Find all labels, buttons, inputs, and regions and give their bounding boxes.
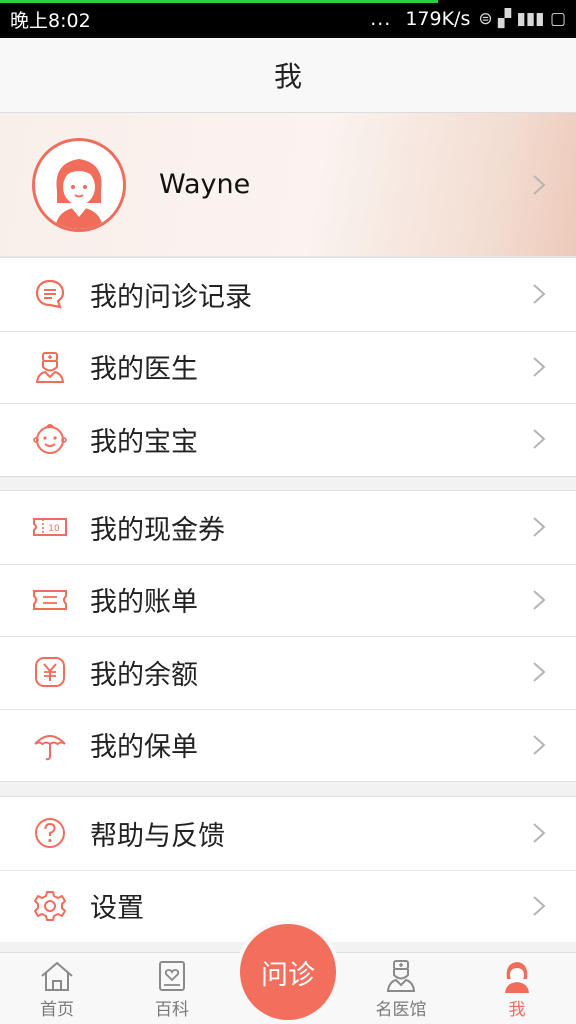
consult-button-label: 问诊 [261,959,315,991]
help-icon [32,815,68,851]
menu-item-label: 设置 [90,893,144,925]
voucher-icon: 10 [32,509,68,545]
chevron-right-icon [533,174,546,195]
doctor-tab-icon [382,959,420,993]
menu-item-label: 帮助与反馈 [90,820,225,852]
chevron-right-icon [533,357,546,377]
menu-item-vouchers[interactable]: 10 我的现金券 [0,491,576,564]
home-icon [38,959,76,993]
svg-text:10: 10 [48,524,60,534]
navigation-bar: 我 [0,38,576,113]
tab-home[interactable]: 首页 [2,953,112,1024]
baby-face-icon [32,421,68,457]
status-bar: 晚上8:02 ... 179K/s ⊜ ▞ ▮▮▮ ▢ [0,0,576,38]
menu-item-balance[interactable]: 我的余额 [0,636,576,709]
menu-item-label: 我的现金券 [90,514,225,546]
network-speed: 179K/s [405,8,471,30]
bill-icon [32,582,68,618]
tab-wiki[interactable]: 百科 [117,953,227,1024]
menu-item-policies[interactable]: 我的保单 [0,708,576,782]
chevron-right-icon [533,284,546,304]
girl-avatar-icon [35,140,123,229]
loading-progress [0,0,438,3]
page-title: 我 [273,60,302,93]
user-girl-icon [498,959,536,993]
tab-doctors[interactable]: 名医馆 [346,953,456,1024]
tab-label: 我 [508,1000,526,1020]
yuan-balance-icon [32,654,68,690]
doctor-icon [32,349,68,385]
menu-item-bills[interactable]: 我的账单 [0,563,576,637]
menu-item-label: 我的账单 [90,587,198,619]
menu-item-label: 我的余额 [90,659,198,691]
menu-item-label: 我的宝宝 [90,426,198,458]
consult-button[interactable]: 问诊 [240,924,336,1020]
chevron-right-icon [533,896,546,916]
menu-group-finance: 10 我的现金券 我的账单 我的余额 我的保单 [0,490,576,782]
book-icon [153,959,191,993]
chevron-right-icon [533,517,546,537]
profile-username: Wayne [159,169,251,200]
chevron-right-icon [533,735,546,755]
tab-label: 百科 [155,1000,189,1020]
menu-group-consultations: 我的问诊记录 我的医生 我的宝宝 [0,257,576,477]
status-time: 晚上8:02 [10,9,91,32]
chevron-right-icon [533,429,546,449]
menu-item-label: 我的医生 [90,354,198,386]
tab-label: 名医馆 [375,1000,427,1020]
profile-card[interactable]: Wayne [0,113,576,257]
avatar[interactable] [32,137,126,232]
menu-group-misc: 帮助与反馈 设置 [0,796,576,942]
chevron-right-icon [533,662,546,682]
chevron-right-icon [533,590,546,610]
umbrella-icon [32,727,68,763]
chevron-right-icon [533,823,546,843]
menu-item-label: 我的保单 [90,732,198,764]
menu-item-my-doctors[interactable]: 我的医生 [0,330,576,404]
chat-bubble-icon [32,276,68,312]
menu-item-my-baby[interactable]: 我的宝宝 [0,403,576,476]
menu-item-label: 我的问诊记录 [90,281,252,313]
menu-item-consult-records[interactable]: 我的问诊记录 [0,258,576,331]
menu-item-help-feedback[interactable]: 帮助与反馈 [0,797,576,870]
status-dots: ... [370,8,392,30]
gear-icon [32,888,68,924]
system-status-icons: ⊜ ▞ ▮▮▮ ▢ [478,9,566,29]
tab-label: 首页 [40,1000,74,1020]
tab-me[interactable]: 我 [462,953,572,1024]
